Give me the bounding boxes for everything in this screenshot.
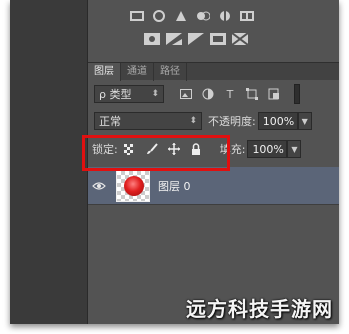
opacity-dropdown-button[interactable]: ▼ (297, 112, 312, 130)
layer-thumbnail[interactable] (116, 169, 150, 202)
filter-row: ρ 类型 ⬍ T (88, 84, 339, 104)
lock-highlight-box (82, 135, 230, 171)
adjustment-filter-icon[interactable] (200, 87, 216, 101)
color-balance-icon[interactable] (172, 9, 190, 23)
photo-filter-icon[interactable] (216, 9, 234, 23)
fill-input[interactable]: 100% (247, 140, 288, 158)
canvas-area (10, 0, 88, 324)
blend-mode-value: 正常 (99, 115, 121, 128)
panel-tabbar: 图层 通道 路径 (88, 62, 339, 81)
blend-mode-select[interactable]: 正常 ⬍ (94, 112, 202, 130)
shape-filter-icon[interactable] (244, 87, 260, 101)
chevron-updown-icon: ⬍ (189, 116, 197, 126)
filter-kind-label: ρ 类型 (99, 88, 132, 101)
selective-color-icon[interactable] (209, 32, 227, 46)
layer-row[interactable]: 图层 0 (88, 167, 339, 205)
tab-layers[interactable]: 图层 (88, 63, 121, 81)
adjustment-icons-row-2 (143, 32, 253, 46)
tab-channels[interactable]: 通道 (121, 63, 154, 81)
fill-dropdown-button[interactable]: ▼ (287, 140, 302, 158)
smart-object-filter-icon[interactable] (266, 87, 282, 101)
threshold-icon[interactable] (187, 32, 205, 46)
image-filter-icon[interactable] (178, 87, 194, 101)
chevron-updown-icon: ⬍ (151, 89, 159, 99)
invert-icon[interactable] (143, 32, 161, 46)
watermark-text: 远方科技手游网 (186, 297, 333, 321)
channel-mixer-icon[interactable] (194, 9, 212, 23)
adjustment-icons-row-1 (128, 9, 260, 23)
levels-icon[interactable] (128, 9, 146, 23)
rose-image (124, 175, 144, 196)
photoshop-window: 图层 通道 路径 ρ 类型 ⬍ T 正常 ⬍ 不透明度: 100% ▼ 锁定: … (10, 0, 339, 324)
black-white-icon[interactable] (231, 32, 249, 46)
tab-paths[interactable]: 路径 (154, 63, 187, 81)
type-filter-icon[interactable]: T (222, 87, 238, 101)
filter-toggle-switch[interactable] (294, 84, 300, 104)
blend-row: 正常 ⬍ 不透明度: 100% ▼ (88, 112, 339, 130)
layer-name[interactable]: 图层 0 (158, 178, 191, 194)
opacity-label: 不透明度: (208, 115, 256, 128)
posterize-icon[interactable] (165, 32, 183, 46)
gradient-map-icon[interactable] (238, 9, 256, 23)
opacity-input[interactable]: 100% (257, 112, 298, 130)
filter-kind-select[interactable]: ρ 类型 ⬍ (94, 85, 164, 103)
hue-saturation-icon[interactable] (150, 9, 168, 23)
filter-icons: T (178, 87, 288, 101)
eye-visibility-icon[interactable] (88, 181, 110, 191)
